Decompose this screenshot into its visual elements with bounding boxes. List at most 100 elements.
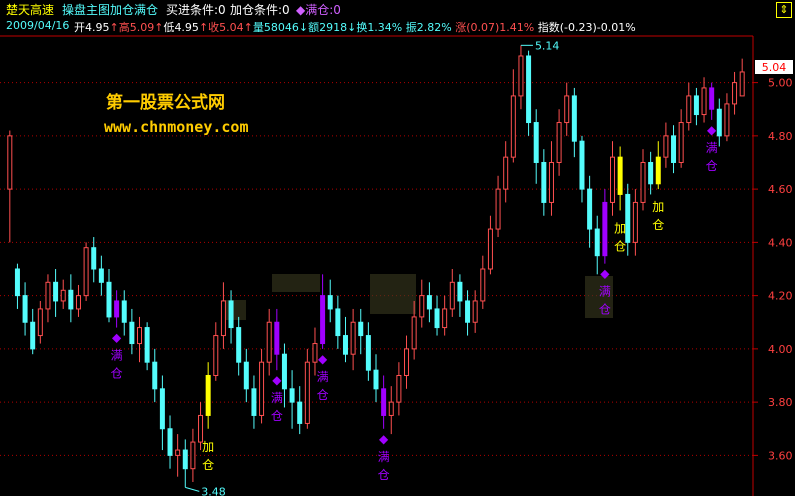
candle-body [129,321,135,345]
full-marker-text: 满 [706,141,718,155]
candle-body [526,55,532,124]
candle-body [556,122,562,163]
candle-body [472,300,478,323]
candle-body [190,441,196,470]
price-box-value: 5.04 [762,61,787,74]
candle-body [602,201,608,257]
candle-body [564,95,570,124]
candlestick-chart[interactable]: ◆满仓 ◆满仓◆满仓◆满仓◆满仓◆满仓加仓加仓加仓 5.004.804.604.4… [0,0,795,496]
candle-body [625,193,631,243]
candle-body [350,321,356,355]
candle-body [251,388,257,416]
min-price-label: 3.48 [201,485,226,496]
candle-body [686,95,692,124]
full-diamond-icon: ◆ [112,331,122,345]
candle-body [716,108,722,137]
candle-body [320,295,326,345]
candle-body [259,361,265,416]
full-marker-text: 仓 [706,159,718,173]
add-marker-text: 仓 [614,239,626,253]
y-tick-label: 3.80 [768,396,793,409]
full-marker-text: 满 [271,391,283,405]
candle-body [426,295,432,310]
candle-body [182,449,188,470]
candle-body [281,353,287,390]
y-tick-label: 4.20 [768,290,793,303]
candle-body [289,388,295,403]
candle-body [434,308,440,329]
candle-body [53,281,59,302]
candle-body [617,156,623,195]
candle-body [701,87,707,116]
price-box: 5.04 [755,60,793,74]
candle-body [304,361,310,424]
candle-body [198,414,204,443]
y-tick-label: 4.40 [768,236,793,249]
candle-body [732,82,738,105]
full-marker-text: 仓 [111,367,123,381]
candle-body [220,300,226,337]
full-diamond-icon: ◆ [379,432,389,446]
full-marker-text: 仓 [378,468,390,482]
candle-body [609,156,615,203]
candle-body [381,388,387,416]
highlight-box [370,274,416,314]
candle-body [663,135,669,158]
candle-body [236,327,242,363]
candle-body [152,361,158,390]
candle-body [167,428,173,456]
candle-body [404,348,410,377]
candle-body [571,95,577,142]
candle-body [487,228,493,270]
candle-body [121,300,127,323]
candle-body [365,335,371,371]
max-price-label: 5.14 [535,39,560,52]
candle-body [358,321,364,337]
y-axis: 5.00 4.80 4.60 4.40 4.20 4.00 3.80 3.60 [753,77,793,462]
candle-body [724,103,730,137]
candle-body [7,135,13,190]
candle-body [518,55,524,97]
full-marker-text: 满 [317,370,329,384]
candle-body [213,335,219,377]
candle-body [655,156,661,185]
candle-body [274,321,280,355]
candle-body [68,289,74,310]
y-tick-label: 4.80 [768,130,793,143]
candle-body [243,361,249,390]
candle-body [114,300,120,318]
candle-body [503,156,509,190]
candle-body [648,161,654,185]
full-marker-text: 仓 [271,409,283,423]
candle-body [457,281,463,302]
candle-body [411,316,417,350]
candle-body [480,268,486,302]
candle-body [587,188,593,230]
candle-body [465,300,471,323]
full-diamond-icon: ◆ [272,373,282,387]
add-marker-text: 加 [202,440,214,454]
candle-body [106,281,112,318]
candle-body [419,295,425,318]
full-diamond-icon: ◆ [707,123,717,137]
y-tick-label: 4.00 [768,343,793,356]
highlight-box [272,274,320,292]
full-marker-text: 满 [111,349,123,363]
candle-body [594,228,600,257]
candle-body [75,295,81,310]
full-marker-text: 满 [599,285,611,299]
candle-body [632,201,638,243]
full-marker-text: 仓 [599,303,611,317]
candle-body [709,87,715,110]
candle-body [579,140,585,190]
candle-body [91,247,97,270]
candle-body [83,247,89,297]
candle-body [541,161,547,203]
candle-body [671,135,677,163]
candle-body [30,321,36,350]
candle-body [396,375,402,403]
watermark-title: 第一股票公式网 [106,92,225,113]
candle-body [678,122,684,163]
y-tick-label: 5.00 [768,77,793,90]
candle-body [533,122,539,163]
